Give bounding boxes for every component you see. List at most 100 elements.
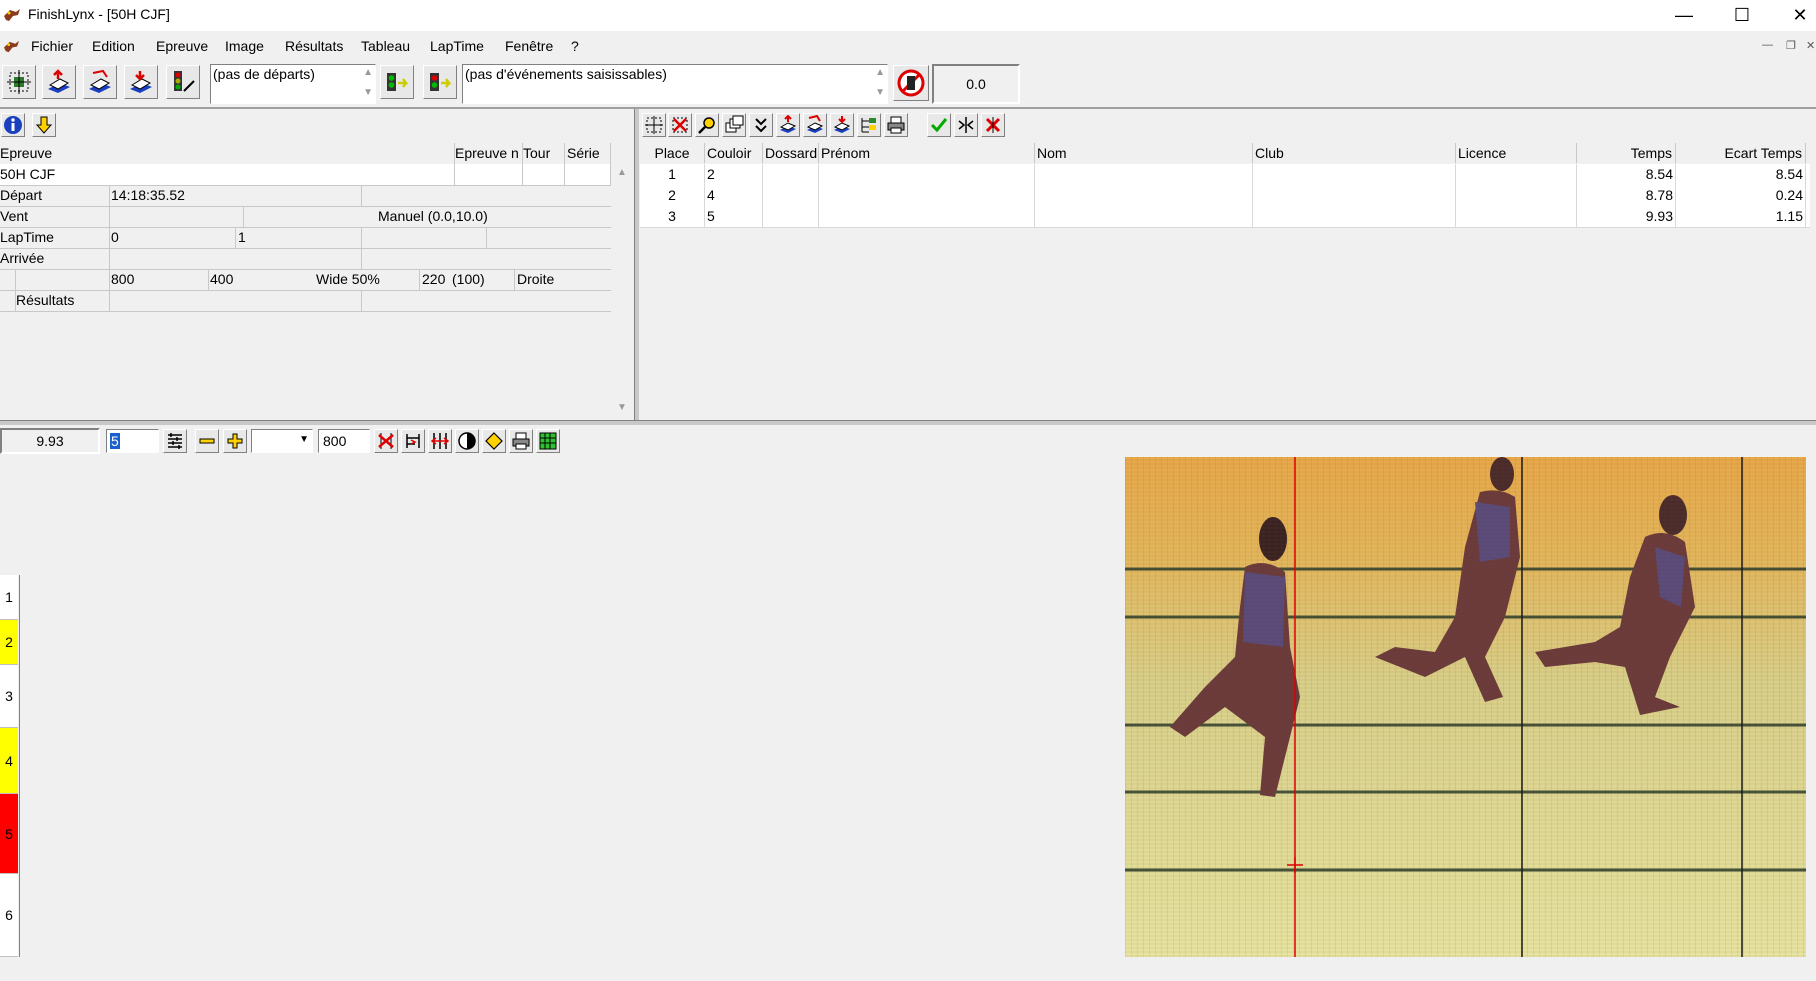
split-button[interactable] <box>954 113 978 137</box>
column-header-temps[interactable]: Temps <box>1577 143 1676 163</box>
maximize-button[interactable]: ☐ <box>1713 0 1771 31</box>
depart-time[interactable]: 14:18:35.52 <box>111 185 185 206</box>
vent-value[interactable]: Manuel (0.0,10.0) <box>378 206 488 227</box>
events-list[interactable]: (pas d'événements saisissables) ▲ ▼ <box>462 64 888 104</box>
traffic-light-stop-button[interactable] <box>423 65 457 99</box>
scroll-down-icon[interactable]: ▼ <box>875 87 885 98</box>
scroll-up-icon[interactable]: ▲ <box>617 167 627 178</box>
brightness-button[interactable] <box>482 429 506 453</box>
start-sensor-button[interactable] <box>166 65 200 99</box>
density-field[interactable]: 800 <box>318 429 370 453</box>
image-print-button[interactable] <box>509 429 533 453</box>
menu-edition[interactable]: Edition <box>92 38 135 54</box>
traffic-light-go-button[interactable] <box>380 65 414 99</box>
open-event-button[interactable] <box>42 65 76 99</box>
menu-tableau[interactable]: Tableau <box>361 38 410 54</box>
mdi-close-button[interactable]: ✕ <box>1806 39 1815 52</box>
menu-fenetre[interactable]: Fenêtre <box>505 38 553 54</box>
mdi-minimize-button[interactable]: — <box>1762 39 1773 51</box>
lane-4[interactable]: 4 <box>0 728 18 794</box>
magnifier-icon <box>698 117 715 134</box>
wind-gauge-button[interactable] <box>893 65 929 101</box>
download-button[interactable] <box>32 113 56 137</box>
image-splitter[interactable] <box>0 420 1816 425</box>
close-button[interactable]: ✕ <box>1771 0 1816 31</box>
lane-6[interactable]: 6 <box>0 874 18 957</box>
document-icon[interactable] <box>3 39 20 54</box>
scroll-up-icon[interactable]: ▲ <box>363 67 373 78</box>
zoom-select[interactable]: ▼ <box>251 429 313 453</box>
lane-3[interactable]: 3 <box>0 665 18 728</box>
expand-button[interactable] <box>749 113 773 137</box>
column-header-place[interactable]: Place <box>640 143 705 163</box>
menu-image[interactable]: Image <box>225 38 264 54</box>
panel-splitter[interactable] <box>634 109 639 422</box>
mdi-restore-button[interactable]: ❐ <box>1786 39 1796 52</box>
grid-button[interactable] <box>536 429 560 453</box>
zoom-button[interactable] <box>695 113 719 137</box>
column-header-prenom[interactable]: Prénom <box>819 143 1035 163</box>
lane-5[interactable]: 5 <box>0 794 18 874</box>
results-edit-button[interactable] <box>803 113 827 137</box>
lane-list-button[interactable] <box>163 429 187 453</box>
event-name-value[interactable]: 50H CJF <box>0 164 55 185</box>
info-button[interactable] <box>1 113 25 137</box>
chevron-down-icon[interactable]: ▼ <box>299 434 309 445</box>
zoom-out-button[interactable] <box>195 429 219 453</box>
table-row[interactable]: 2 4 8.78 0.24 <box>640 185 1810 207</box>
camera-setting-6[interactable]: Droite <box>517 269 554 290</box>
scroll-down-icon[interactable]: ▼ <box>617 402 627 413</box>
column-header-couloir[interactable]: Couloir <box>705 143 763 163</box>
finish-photo[interactable] <box>1125 457 1806 957</box>
lane-2[interactable]: 2 <box>0 620 18 665</box>
menu-laptime[interactable]: LapTime <box>430 38 484 54</box>
camera-setting-4[interactable]: 220 <box>422 269 445 290</box>
capture-button[interactable] <box>2 65 36 99</box>
menu-help[interactable]: ? <box>571 38 579 54</box>
import-event-button[interactable] <box>124 65 158 99</box>
windows-button[interactable] <box>722 113 746 137</box>
menu-epreuve[interactable]: Epreuve <box>156 38 208 54</box>
lane-field-value[interactable]: 5 <box>110 433 120 449</box>
camera-setting-5[interactable]: (100) <box>452 269 485 290</box>
column-header-club[interactable]: Club <box>1253 143 1456 163</box>
clear-marks-button[interactable] <box>374 429 398 453</box>
tree-button[interactable] <box>857 113 881 137</box>
validate-button[interactable] <box>927 113 951 137</box>
event-name-row[interactable]: 50H CJF <box>0 164 611 186</box>
minimize-button[interactable]: — <box>1655 0 1713 31</box>
camera-setting-2[interactable]: 400 <box>210 269 233 290</box>
scroll-down-icon[interactable]: ▼ <box>363 87 373 98</box>
clear-capture-button[interactable] <box>668 113 692 137</box>
results-capture-button[interactable] <box>642 113 666 137</box>
zoom-in-button[interactable] <box>223 429 247 453</box>
scroll-up-icon[interactable]: ▲ <box>875 67 885 78</box>
arrivee-label: Arrivée <box>0 250 45 266</box>
column-header-ecart-temps[interactable]: Ecart Temps <box>1676 143 1806 163</box>
align-button[interactable] <box>428 429 452 453</box>
column-header-licence[interactable]: Licence <box>1456 143 1577 163</box>
column-header-dossard[interactable]: Dossard <box>763 143 819 163</box>
results-save-button[interactable] <box>830 113 854 137</box>
edit-event-button[interactable] <box>83 65 117 99</box>
laptime-value-1[interactable]: 0 <box>111 227 119 248</box>
hurdle-button[interactable] <box>401 429 425 453</box>
diamond-icon <box>485 432 503 450</box>
event-info-scrollbar[interactable]: ▲ ▼ <box>614 164 631 418</box>
menu-resultats[interactable]: Résultats <box>285 38 343 54</box>
camera-setting-3[interactable]: Wide 50% <box>316 269 380 290</box>
lane-1[interactable]: 1 <box>0 575 18 620</box>
camera-setting-1[interactable]: 800 <box>111 269 134 290</box>
delete-button[interactable] <box>981 113 1005 137</box>
laptime-value-2[interactable]: 1 <box>238 227 246 248</box>
contrast-button[interactable] <box>455 429 479 453</box>
column-header-nom[interactable]: Nom <box>1035 143 1253 163</box>
results-open-button[interactable] <box>776 113 800 137</box>
table-row[interactable]: 1 2 8.54 8.54 <box>640 164 1810 186</box>
lane-field[interactable]: 5 <box>106 429 159 453</box>
print-button[interactable] <box>884 113 908 137</box>
departures-list[interactable]: (pas de départs) ▲ ▼ <box>210 64 376 104</box>
menu-fichier[interactable]: Fichier <box>31 38 73 54</box>
delete-icon <box>985 117 1001 133</box>
table-row[interactable]: 3 5 9.93 1.15 <box>640 206 1810 228</box>
